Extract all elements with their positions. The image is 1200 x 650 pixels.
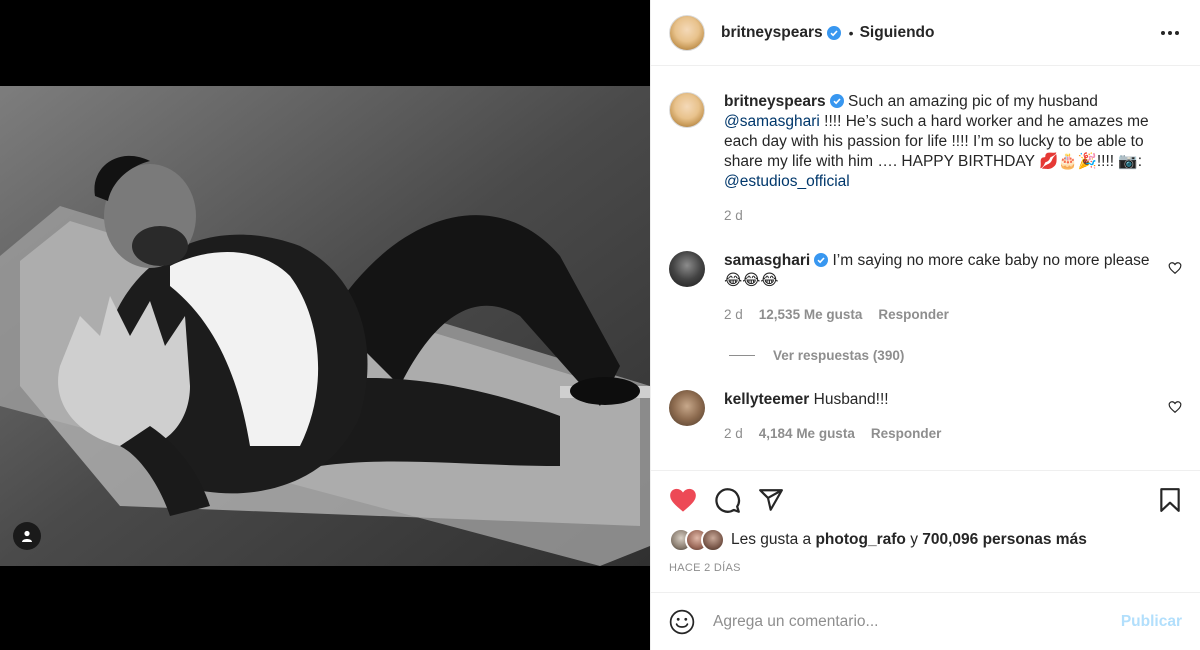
caption-mention-samasghari[interactable]: @samasghari <box>724 113 820 130</box>
likes-count[interactable]: 700,096 personas más <box>922 531 1087 549</box>
likers-avatars[interactable] <box>669 528 727 552</box>
share-icon[interactable] <box>758 487 784 513</box>
post-media[interactable] <box>0 0 650 650</box>
more-options-icon[interactable] <box>1160 22 1180 44</box>
caption-time[interactable]: 2 d <box>724 206 743 226</box>
view-replies-button[interactable]: Ver respuestas (390) <box>729 348 904 363</box>
caption-text-1: Such an amazing pic of my husband <box>847 93 1098 110</box>
comment-time[interactable]: 2 d <box>724 305 743 325</box>
emoji-icon[interactable] <box>669 609 695 635</box>
caption-author-avatar[interactable] <box>669 92 705 128</box>
likes-prefix: Les gusta a <box>731 531 812 548</box>
comment-item: kellyteemer Husband!!! 2 d 4,184 Me gust… <box>669 390 1182 444</box>
verified-badge-icon <box>829 94 844 108</box>
commenter-avatar[interactable] <box>669 251 705 287</box>
separator-dot: • <box>848 24 854 41</box>
comment-text: Husband!!! <box>813 391 889 408</box>
comment-input[interactable] <box>713 612 1093 631</box>
comments-list[interactable]: britneyspears Such an amazing pic of my … <box>651 66 1200 470</box>
liker-avatar <box>701 528 725 552</box>
heart-icon[interactable] <box>1168 400 1182 414</box>
commenter-avatar[interactable] <box>669 390 705 426</box>
user-tag-icon <box>22 530 32 542</box>
comment-item: samasghari I’m saying no more cake baby … <box>669 251 1182 325</box>
following-button[interactable]: Siguiendo <box>860 24 935 42</box>
caption-author-username[interactable]: britneyspears <box>724 93 826 110</box>
commenter-username[interactable]: samasghari <box>724 252 810 269</box>
author-username[interactable]: britneyspears <box>721 24 823 42</box>
action-bar <box>651 470 1200 526</box>
user-tag-button[interactable] <box>13 522 41 550</box>
post-caption: britneyspears Such an amazing pic of my … <box>669 92 1182 226</box>
post-header: britneyspears • Siguiendo <box>651 0 1200 66</box>
comment-time[interactable]: 2 d <box>724 424 743 444</box>
post-details-panel: britneyspears • Siguiendo britneyspears <box>650 0 1200 650</box>
replies-divider <box>729 355 755 356</box>
comment-likes[interactable]: 4,184 Me gusta <box>759 424 855 444</box>
comment-icon[interactable] <box>714 487 741 514</box>
add-comment-bar: Publicar <box>651 592 1200 650</box>
caption-mention-estudios[interactable]: @estudios_official <box>724 173 850 190</box>
verified-badge-icon <box>814 253 829 267</box>
heart-icon[interactable] <box>1168 261 1182 275</box>
post-photo <box>0 86 650 566</box>
view-replies-label: Ver respuestas (390) <box>773 348 905 363</box>
like-heart-icon[interactable] <box>669 487 697 513</box>
comment-likes[interactable]: 12,535 Me gusta <box>759 305 863 325</box>
publish-button[interactable]: Publicar <box>1121 613 1182 631</box>
liker-username[interactable]: photog_rafo <box>815 531 905 549</box>
commenter-username[interactable]: kellyteemer <box>724 391 809 408</box>
verified-badge-icon <box>826 25 841 40</box>
reply-button[interactable]: Responder <box>871 424 942 444</box>
post-timestamp[interactable]: HACE 2 DÍAS <box>669 562 741 574</box>
reply-button[interactable]: Responder <box>878 305 949 325</box>
bookmark-icon[interactable] <box>1158 487 1182 513</box>
likes-connector: y <box>910 531 918 548</box>
likes-summary: Les gusta a photog_rafo y 700,096 person… <box>669 528 1087 552</box>
author-avatar[interactable] <box>669 14 705 51</box>
